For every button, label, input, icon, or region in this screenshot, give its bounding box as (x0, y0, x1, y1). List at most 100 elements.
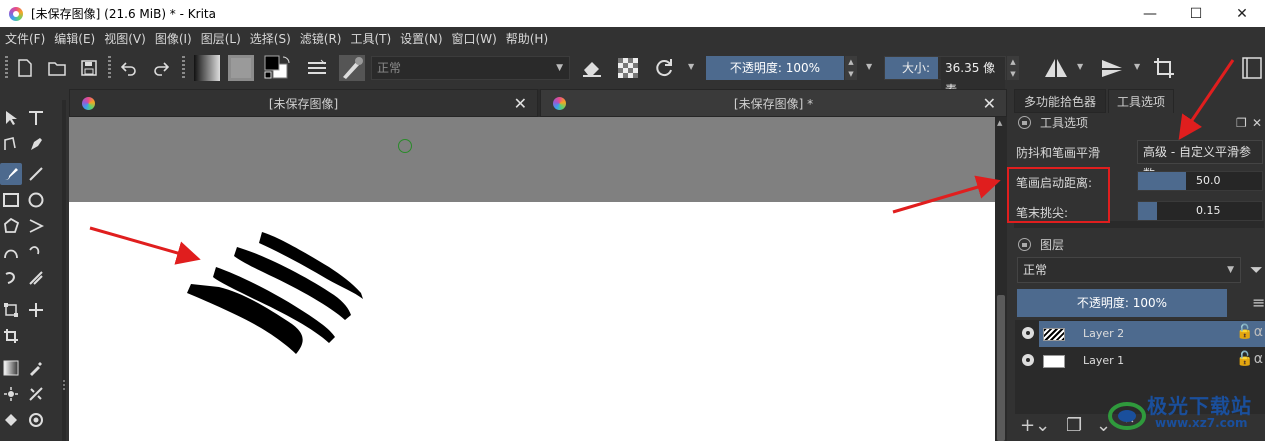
document-tab-label: [未保存图像] * (733, 97, 814, 111)
layer-row-2[interactable] (1039, 321, 1265, 347)
mirror-horizontal-icon[interactable] (1042, 55, 1070, 81)
gradient-icon[interactable] (194, 55, 220, 81)
menu-select[interactable]: 选择(S) (245, 30, 295, 47)
menu-icon[interactable]: ≡ (1252, 293, 1265, 312)
ellipse-tool-icon[interactable] (25, 189, 47, 211)
duplicate-layer-icon[interactable]: ❐ (1066, 415, 1082, 436)
save-icon[interactable] (78, 55, 100, 81)
tab-tool-options[interactable]: 工具选项 (1108, 89, 1174, 113)
lock-icon[interactable] (1018, 116, 1031, 129)
smoothing-select[interactable]: 高级 - 自定义平滑参数 (1137, 140, 1263, 181)
color-picker-icon[interactable] (25, 357, 47, 379)
float-docker-icon[interactable]: ❐ (1236, 113, 1247, 133)
eraser-icon[interactable] (580, 55, 604, 81)
new-document-icon[interactable] (14, 55, 36, 81)
menu-filter[interactable]: 滤镜(R) (295, 30, 346, 47)
move-tool-icon[interactable] (25, 299, 47, 321)
menu-view[interactable]: 视图(V) (99, 30, 150, 47)
filter-icon[interactable]: ⏷ (1250, 260, 1263, 280)
menu-help[interactable]: 帮助(H) (501, 30, 552, 47)
menu-settings[interactable]: 设置(N) (395, 30, 446, 47)
chevron-down-icon[interactable]: ▼ (866, 62, 872, 71)
crop-tool-icon[interactable] (0, 325, 22, 347)
layer-lock-alpha-icons[interactable]: 🔓α (1236, 351, 1263, 367)
layer-opacity-slider[interactable]: 不透明度: 100% (1017, 289, 1227, 317)
layer-lock-alpha-icons[interactable]: 🔓α (1236, 324, 1263, 340)
lock-icon[interactable] (1018, 238, 1031, 251)
opacity-slider[interactable]: 不透明度: 100% (706, 56, 844, 80)
docker-toggle-icon[interactable] (1240, 55, 1264, 81)
foreground-background-color-icon[interactable] (264, 55, 292, 81)
tail-slider[interactable]: 0.15 (1137, 201, 1263, 221)
freehand-brush-icon[interactable] (0, 163, 22, 185)
edit-shapes-icon[interactable] (0, 133, 22, 155)
toolbar-grip[interactable] (108, 56, 111, 80)
multibrush-icon[interactable] (25, 267, 47, 289)
bezier-curve-icon[interactable] (0, 241, 22, 263)
line-tool-icon[interactable] (25, 163, 47, 185)
open-folder-icon[interactable] (46, 55, 68, 81)
mirror-vertical-icon[interactable] (1098, 55, 1126, 81)
toolbar-grip[interactable] (5, 56, 8, 80)
close-icon[interactable]: ✕ (983, 94, 996, 113)
canvas[interactable] (69, 117, 995, 441)
start-distance-slider[interactable]: 50.0 (1137, 171, 1263, 191)
menu-file[interactable]: 文件(F) (0, 30, 49, 47)
size-spin-buttons[interactable]: ▲ ▼ (1007, 56, 1019, 80)
polyline-tool-icon[interactable] (25, 215, 47, 237)
tab-advanced-color-selector[interactable]: 多功能拾色器 (1014, 89, 1106, 113)
brush-preset-icon[interactable] (338, 55, 366, 81)
visibility-eye-icon[interactable] (1022, 327, 1034, 339)
polygon-tool-icon[interactable] (0, 215, 22, 237)
document-tab-1[interactable]: [未保存图像] ✕ (69, 89, 538, 117)
toolbar-grip[interactable] (182, 56, 185, 80)
undo-icon[interactable] (118, 55, 140, 81)
select-shapes-icon[interactable] (0, 107, 22, 129)
dynamic-brush-icon[interactable] (0, 267, 22, 289)
close-docker-icon[interactable]: ✕ (1252, 113, 1262, 133)
reference-tool-icon[interactable] (25, 409, 47, 431)
krita-logo-icon (9, 6, 23, 21)
maximize-icon[interactable]: ☐ (1173, 0, 1219, 27)
chevron-down-icon[interactable]: ▼ (1077, 62, 1083, 71)
scroll-up-icon[interactable]: ▲ (997, 119, 1002, 127)
freehand-path-icon[interactable] (25, 241, 47, 263)
preserve-alpha-icon[interactable] (616, 55, 640, 81)
close-icon[interactable]: ✕ (1219, 0, 1265, 27)
assistant-tool-icon[interactable] (25, 383, 47, 405)
redo-icon[interactable] (150, 55, 172, 81)
close-icon[interactable]: ✕ (514, 94, 527, 113)
tool-options-title: 工具选项 (1040, 116, 1089, 130)
add-layer-icon[interactable]: +⌄ (1020, 415, 1050, 436)
watermark-url: www.xz7.com (1155, 416, 1248, 430)
text-tool-icon[interactable] (25, 107, 47, 129)
chevron-down-icon[interactable]: ▼ (688, 62, 694, 71)
transform-tool-icon[interactable] (0, 299, 22, 321)
layer-blend-mode-select[interactable]: 正常 ▼ (1017, 257, 1241, 283)
blend-mode-select[interactable]: 正常 ▼ (371, 56, 570, 80)
rectangle-tool-icon[interactable] (0, 189, 22, 211)
smart-patch-icon[interactable] (0, 383, 22, 405)
gradient-tool-icon[interactable] (0, 357, 22, 379)
reload-preset-icon[interactable] (652, 55, 676, 81)
minimize-icon[interactable]: — (1127, 0, 1173, 27)
size-slider[interactable]: 大小: 36.35 像素 (884, 56, 1006, 101)
canvas-vertical-scrollbar[interactable]: ▲ (995, 117, 1007, 441)
menu-edit[interactable]: 编辑(E) (49, 30, 99, 47)
menu-tools[interactable]: 工具(T) (345, 30, 395, 47)
scrollbar-thumb[interactable] (997, 295, 1005, 441)
wrap-around-icon[interactable] (1152, 55, 1176, 81)
menu-layer[interactable]: 图层(L) (196, 30, 245, 47)
chevron-down-icon[interactable]: ▼ (1134, 62, 1140, 71)
pattern-icon[interactable] (228, 55, 254, 81)
document-tab-2[interactable]: [未保存图像] * ✕ (540, 89, 1007, 117)
calligraphy-icon[interactable] (25, 133, 47, 155)
menu-window[interactable]: 窗口(W) (447, 30, 501, 47)
brush-settings-icon[interactable] (306, 55, 328, 81)
smoothing-label: 防抖和笔画平滑 (1016, 146, 1101, 160)
fill-tool-icon[interactable] (0, 409, 22, 431)
toolbox-splitter[interactable] (62, 100, 66, 441)
visibility-eye-icon[interactable] (1022, 354, 1034, 366)
opacity-spin-buttons[interactable]: ▲ ▼ (845, 56, 857, 80)
menu-image[interactable]: 图像(I) (150, 30, 196, 47)
